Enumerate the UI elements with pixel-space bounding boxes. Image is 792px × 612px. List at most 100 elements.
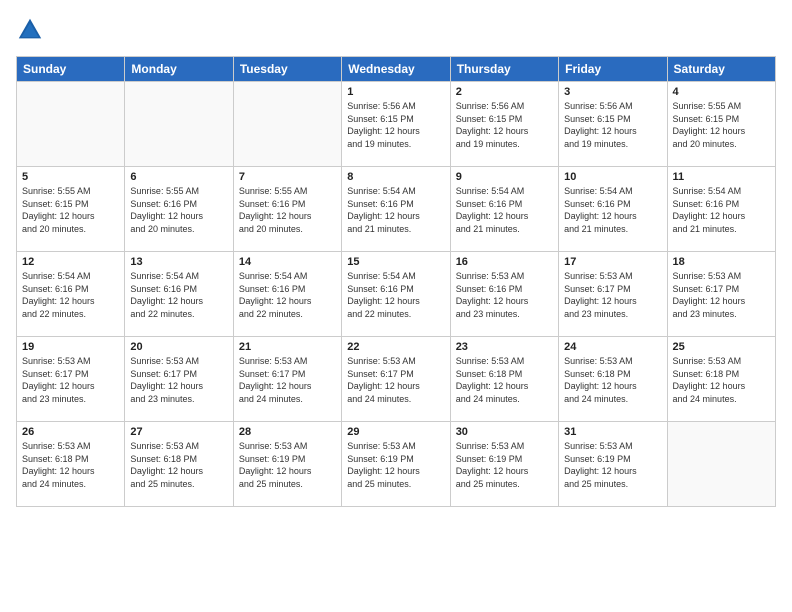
day-number: 26 (22, 426, 119, 438)
calendar-cell: 29 Sunrise: 5:53 AM Sunset: 6:19 PM Dayli… (342, 422, 450, 507)
cell-info: Sunrise: 5:54 AM Sunset: 6:16 PM Dayligh… (347, 270, 444, 320)
day-number: 28 (239, 426, 336, 438)
day-number: 22 (347, 341, 444, 353)
day-number: 19 (22, 341, 119, 353)
cell-info: Sunrise: 5:54 AM Sunset: 6:16 PM Dayligh… (564, 185, 661, 235)
cell-info: Sunrise: 5:53 AM Sunset: 6:17 PM Dayligh… (673, 270, 770, 320)
day-number: 11 (673, 171, 770, 183)
calendar-cell: 7 Sunrise: 5:55 AM Sunset: 6:16 PM Daylig… (233, 167, 341, 252)
cell-info: Sunrise: 5:53 AM Sunset: 6:18 PM Dayligh… (456, 355, 553, 405)
cell-info: Sunrise: 5:53 AM Sunset: 6:19 PM Dayligh… (564, 440, 661, 490)
calendar-week-2: 5 Sunrise: 5:55 AM Sunset: 6:15 PM Daylig… (17, 167, 776, 252)
calendar-cell: 4 Sunrise: 5:55 AM Sunset: 6:15 PM Daylig… (667, 82, 775, 167)
day-number: 13 (130, 256, 227, 268)
day-number: 9 (456, 171, 553, 183)
calendar-cell: 21 Sunrise: 5:53 AM Sunset: 6:17 PM Dayli… (233, 337, 341, 422)
page: SundayMondayTuesdayWednesdayThursdayFrid… (0, 0, 792, 612)
calendar-cell: 24 Sunrise: 5:53 AM Sunset: 6:18 PM Dayli… (559, 337, 667, 422)
calendar-cell: 10Sunrise: 5:54 AM Sunset: 6:16 PM Dayli… (559, 167, 667, 252)
cell-info: Sunrise: 5:54 AM Sunset: 6:16 PM Dayligh… (239, 270, 336, 320)
day-header-tuesday: Tuesday (233, 57, 341, 82)
calendar-week-1: 1 Sunrise: 5:56 AM Sunset: 6:15 PM Daylig… (17, 82, 776, 167)
cell-info: Sunrise: 5:53 AM Sunset: 6:17 PM Dayligh… (22, 355, 119, 405)
cell-info: Sunrise: 5:53 AM Sunset: 6:18 PM Dayligh… (673, 355, 770, 405)
day-header-sunday: Sunday (17, 57, 125, 82)
day-number: 24 (564, 341, 661, 353)
calendar-cell: 14 Sunrise: 5:54 AM Sunset: 6:16 PM Dayli… (233, 252, 341, 337)
cell-info: Sunrise: 5:53 AM Sunset: 6:17 PM Dayligh… (130, 355, 227, 405)
cell-info: Sunrise: 5:56 AM Sunset: 6:15 PM Dayligh… (347, 100, 444, 150)
day-number: 25 (673, 341, 770, 353)
cell-info: Sunrise: 5:54 AM Sunset: 6:16 PM Dayligh… (130, 270, 227, 320)
calendar-cell: 23 Sunrise: 5:53 AM Sunset: 6:18 PM Dayli… (450, 337, 558, 422)
cell-info: Sunrise: 5:53 AM Sunset: 6:17 PM Dayligh… (347, 355, 444, 405)
cell-info: Sunrise: 5:53 AM Sunset: 6:19 PM Dayligh… (456, 440, 553, 490)
day-number: 18 (673, 256, 770, 268)
calendar-cell (17, 82, 125, 167)
calendar-cell: 6 Sunrise: 5:55 AM Sunset: 6:16 PM Daylig… (125, 167, 233, 252)
calendar-cell: 18 Sunrise: 5:53 AM Sunset: 6:17 PM Dayli… (667, 252, 775, 337)
calendar-table: SundayMondayTuesdayWednesdayThursdayFrid… (16, 56, 776, 507)
calendar-cell: 20 Sunrise: 5:53 AM Sunset: 6:17 PM Dayli… (125, 337, 233, 422)
calendar-cell (125, 82, 233, 167)
day-number: 17 (564, 256, 661, 268)
calendar-cell: 1 Sunrise: 5:56 AM Sunset: 6:15 PM Daylig… (342, 82, 450, 167)
day-number: 14 (239, 256, 336, 268)
calendar-cell: 13 Sunrise: 5:54 AM Sunset: 6:16 PM Dayli… (125, 252, 233, 337)
cell-info: Sunrise: 5:54 AM Sunset: 6:16 PM Dayligh… (347, 185, 444, 235)
cell-info: Sunrise: 5:53 AM Sunset: 6:18 PM Dayligh… (22, 440, 119, 490)
day-header-thursday: Thursday (450, 57, 558, 82)
calendar-cell (233, 82, 341, 167)
day-number: 30 (456, 426, 553, 438)
calendar-cell: 2 Sunrise: 5:56 AM Sunset: 6:15 PM Daylig… (450, 82, 558, 167)
day-number: 8 (347, 171, 444, 183)
day-number: 29 (347, 426, 444, 438)
cell-info: Sunrise: 5:56 AM Sunset: 6:15 PM Dayligh… (456, 100, 553, 150)
day-number: 16 (456, 256, 553, 268)
day-header-wednesday: Wednesday (342, 57, 450, 82)
cell-info: Sunrise: 5:55 AM Sunset: 6:16 PM Dayligh… (239, 185, 336, 235)
cell-info: Sunrise: 5:56 AM Sunset: 6:15 PM Dayligh… (564, 100, 661, 150)
cell-info: Sunrise: 5:53 AM Sunset: 6:18 PM Dayligh… (564, 355, 661, 405)
header (16, 16, 776, 44)
cell-info: Sunrise: 5:54 AM Sunset: 6:16 PM Dayligh… (22, 270, 119, 320)
day-header-friday: Friday (559, 57, 667, 82)
calendar-cell: 26 Sunrise: 5:53 AM Sunset: 6:18 PM Dayli… (17, 422, 125, 507)
day-number: 31 (564, 426, 661, 438)
day-number: 2 (456, 86, 553, 98)
day-number: 20 (130, 341, 227, 353)
calendar-cell: 16Sunrise: 5:53 AM Sunset: 6:16 PM Dayli… (450, 252, 558, 337)
day-header-saturday: Saturday (667, 57, 775, 82)
calendar-cell: 11Sunrise: 5:54 AM Sunset: 6:16 PM Dayli… (667, 167, 775, 252)
calendar-cell: 19 Sunrise: 5:53 AM Sunset: 6:17 PM Dayli… (17, 337, 125, 422)
day-number: 12 (22, 256, 119, 268)
day-number: 15 (347, 256, 444, 268)
calendar-cell: 17 Sunrise: 5:53 AM Sunset: 6:17 PM Dayli… (559, 252, 667, 337)
day-number: 7 (239, 171, 336, 183)
cell-info: Sunrise: 5:53 AM Sunset: 6:17 PM Dayligh… (239, 355, 336, 405)
logo-icon (16, 16, 44, 44)
calendar-cell: 5 Sunrise: 5:55 AM Sunset: 6:15 PM Daylig… (17, 167, 125, 252)
cell-info: Sunrise: 5:55 AM Sunset: 6:15 PM Dayligh… (673, 100, 770, 150)
cell-info: Sunrise: 5:55 AM Sunset: 6:16 PM Dayligh… (130, 185, 227, 235)
cell-info: Sunrise: 5:53 AM Sunset: 6:18 PM Dayligh… (130, 440, 227, 490)
cell-info: Sunrise: 5:53 AM Sunset: 6:19 PM Dayligh… (347, 440, 444, 490)
calendar-cell: 9 Sunrise: 5:54 AM Sunset: 6:16 PM Daylig… (450, 167, 558, 252)
day-number: 6 (130, 171, 227, 183)
calendar-cell: 15 Sunrise: 5:54 AM Sunset: 6:16 PM Dayli… (342, 252, 450, 337)
day-number: 21 (239, 341, 336, 353)
calendar-cell: 31 Sunrise: 5:53 AM Sunset: 6:19 PM Dayli… (559, 422, 667, 507)
day-number: 1 (347, 86, 444, 98)
calendar-week-4: 19 Sunrise: 5:53 AM Sunset: 6:17 PM Dayli… (17, 337, 776, 422)
cell-info: Sunrise: 5:55 AM Sunset: 6:15 PM Dayligh… (22, 185, 119, 235)
day-number: 23 (456, 341, 553, 353)
calendar-cell: 3Sunrise: 5:56 AM Sunset: 6:15 PM Daylig… (559, 82, 667, 167)
day-number: 4 (673, 86, 770, 98)
calendar-cell: 8 Sunrise: 5:54 AM Sunset: 6:16 PM Daylig… (342, 167, 450, 252)
cell-info: Sunrise: 5:54 AM Sunset: 6:16 PM Dayligh… (456, 185, 553, 235)
cell-info: Sunrise: 5:53 AM Sunset: 6:17 PM Dayligh… (564, 270, 661, 320)
calendar-cell: 27Sunrise: 5:53 AM Sunset: 6:18 PM Dayli… (125, 422, 233, 507)
calendar-week-3: 12 Sunrise: 5:54 AM Sunset: 6:16 PM Dayli… (17, 252, 776, 337)
day-number: 5 (22, 171, 119, 183)
logo (16, 16, 46, 44)
